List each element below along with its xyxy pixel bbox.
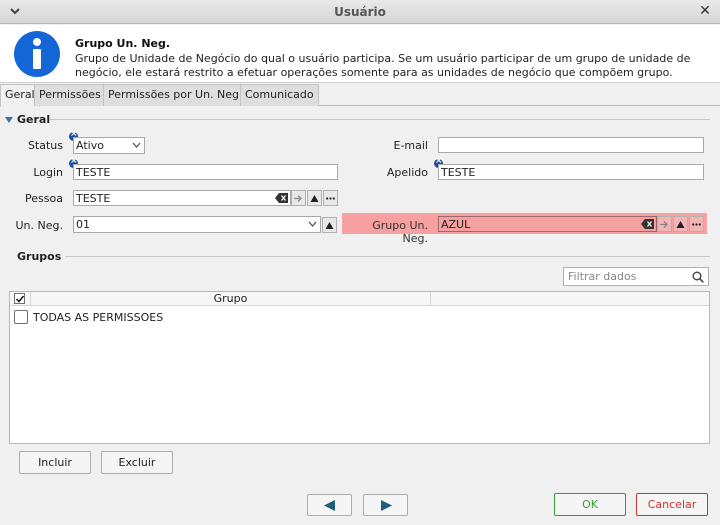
apelido-field[interactable]: TESTE [438,164,704,180]
table-header: Grupo [10,292,709,306]
grupos-table: Grupo TODAS AS PERMISSOES [9,291,710,444]
grupo-un-neg-field[interactable]: AZUL [438,216,657,232]
triangle-up-icon [676,220,685,228]
dropdown-arrow-icon [132,142,141,148]
checkmark-icon [15,295,25,303]
info-panel: Grupo Un. Neg. Grupo de Unidade de Negóc… [0,25,720,83]
tab-permissoes-un-neg[interactable]: Permissões por Un. Neg. [103,84,248,106]
excluir-button[interactable]: Excluir [101,451,173,474]
info-description: Grupo de Unidade de Negócio do qual o us… [75,52,691,79]
apelido-label: Apelido [386,166,428,179]
grupos-divider [65,256,710,257]
select-all-cell [10,292,31,306]
section-divider [50,119,710,120]
triangle-up-icon [325,221,334,229]
filter-placeholder: Filtrar dados [568,270,637,283]
tab-bar: Geral Permissões Permissões por Un. Neg.… [0,84,720,107]
window-title: Usuário [334,5,386,19]
close-icon[interactable]: ✕ [698,4,712,18]
previous-button[interactable] [307,494,352,516]
arrow-right-icon [381,500,392,511]
row-grupo-cell: TODAS AS PERMISSOES [33,311,164,324]
pessoa-label: Pessoa [25,192,63,205]
info-heading: Grupo Un. Neg. [75,37,171,50]
section-geral-title: Geral [17,113,51,126]
grupo-un-neg-goto-button[interactable] [657,216,672,232]
pessoa-goto-button[interactable] [291,190,306,206]
row-checkbox[interactable] [14,310,28,324]
arrow-right-icon [294,194,302,202]
tab-permissoes[interactable]: Permissões [34,84,106,106]
un-neg-label: Un. Neg. [15,219,64,232]
status-select[interactable]: Ativo [73,137,145,154]
triangle-up-icon [310,194,319,202]
section-geral-header[interactable]: Geral [5,113,50,126]
tab-comunicado[interactable]: Comunicado [240,84,319,106]
pessoa-more-button[interactable] [323,190,338,206]
clear-field-icon[interactable] [275,193,288,203]
info-icon [14,31,60,77]
login-field[interactable]: TESTE [73,164,338,180]
title-bar: Usuário ✕ [0,0,720,24]
ok-button[interactable]: OK [554,493,626,516]
un-neg-value: 01 [76,218,90,231]
status-value: Ativo [76,139,104,152]
filter-input[interactable]: Filtrar dados [563,267,709,286]
select-all-checkbox[interactable] [14,293,25,304]
email-field[interactable] [438,137,704,153]
grupo-un-neg-more-button[interactable] [689,216,704,232]
pessoa-field[interactable]: TESTE [73,190,291,206]
cancel-button[interactable]: Cancelar [636,493,708,516]
arrow-right-icon [660,220,668,228]
pessoa-value: TESTE [76,192,111,205]
more-icon [692,222,701,226]
un-neg-lookup-button[interactable] [322,217,337,233]
collapse-triangle-icon [5,117,13,123]
status-label: Status [27,139,63,152]
email-label: E-mail [393,139,429,152]
pessoa-lookup-button[interactable] [307,190,322,206]
table-row[interactable]: TODAS AS PERMISSOES [10,307,431,326]
incluir-button[interactable]: Incluir [19,451,91,474]
grupo-un-neg-value: AZUL [441,218,471,231]
grupo-un-neg-label: Grupo Un. Neg. [372,219,428,245]
search-icon [692,271,704,283]
login-label: Login [33,166,63,179]
grupos-title: Grupos [17,250,62,263]
more-icon [326,196,335,200]
dropdown-arrow-icon [308,221,317,227]
clear-field-icon[interactable] [641,219,654,229]
grupo-un-neg-lookup-button[interactable] [673,216,688,232]
next-button[interactable] [363,494,408,516]
column-header-grupo[interactable]: Grupo [31,292,431,306]
un-neg-select[interactable]: 01 [73,216,321,233]
arrow-left-icon [324,500,335,511]
